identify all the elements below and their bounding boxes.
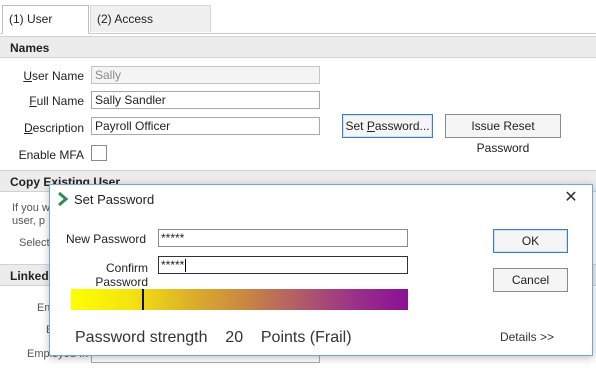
- strength-description: Points (Frail): [260, 329, 352, 346]
- strength-label: Password strength: [75, 329, 208, 346]
- new-password-label: New Password: [65, 232, 146, 246]
- dialog-titlebar[interactable]: Set Password ✕: [50, 185, 592, 213]
- set-password-dialog: Set Password ✕ New Password ***** Confir…: [49, 184, 593, 356]
- cancel-button[interactable]: Cancel: [493, 268, 568, 292]
- tab-bar: (1) User Details (2) Access Restrictions: [0, 0, 596, 53]
- close-icon[interactable]: ✕: [562, 189, 580, 207]
- confirm-password-label: Confirm Password: [95, 261, 148, 289]
- password-strength-bar: [71, 289, 408, 310]
- strength-points: 20: [225, 329, 244, 346]
- description-field[interactable]: Payroll Officer: [91, 117, 320, 135]
- confirm-password-input[interactable]: *****: [158, 256, 408, 274]
- details-link[interactable]: Details >>: [500, 330, 554, 344]
- copy-user-description-line2: user, p: [12, 215, 46, 227]
- full-name-label: Full Name: [29, 94, 84, 108]
- strength-marker: [142, 289, 144, 310]
- chevron-right-icon: [58, 191, 69, 207]
- ok-button[interactable]: OK: [493, 229, 568, 253]
- enable-mfa-checkbox[interactable]: [91, 145, 107, 161]
- confirm-password-value: *****: [161, 258, 185, 272]
- user-name-label: User Name: [23, 69, 84, 83]
- password-strength-readout: Password strength 20 Points (Frail): [75, 329, 352, 347]
- copy-user-description-line1: If you w: [12, 202, 50, 214]
- issue-reset-password-button[interactable]: Issue Reset Password: [445, 114, 561, 155]
- tab-user-details[interactable]: (1) User Details: [2, 5, 89, 53]
- names-section-header: Names: [0, 36, 596, 58]
- tab-access-restrictions[interactable]: (2) Access Restrictions: [90, 5, 211, 53]
- set-password-button[interactable]: Set Password...: [342, 114, 433, 138]
- user-name-field[interactable]: Sally: [91, 66, 320, 84]
- full-name-field[interactable]: Sally Sandler: [91, 91, 320, 109]
- description-label: Description: [23, 121, 84, 135]
- dialog-title: Set Password: [74, 192, 155, 207]
- enable-mfa-label: Enable MFA: [18, 148, 84, 162]
- text-caret: [185, 259, 187, 273]
- new-password-input[interactable]: *****: [158, 229, 408, 247]
